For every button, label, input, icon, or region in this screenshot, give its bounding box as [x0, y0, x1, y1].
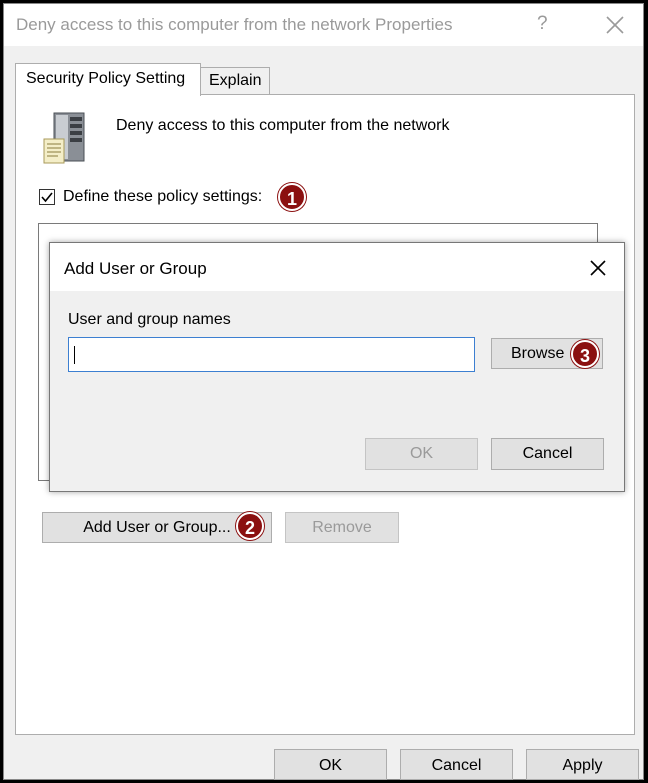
window-title: Deny access to this computer from the ne… — [16, 15, 453, 34]
policy-name: Deny access to this computer from the ne… — [116, 117, 450, 134]
dialog-close-icon[interactable] — [588, 258, 608, 278]
tab-security-policy-setting[interactable]: Security Policy Setting — [15, 63, 201, 96]
step-badge-3: 3 — [571, 340, 599, 368]
dialog-titlebar: Add User or Group — [50, 243, 624, 291]
text-caret — [74, 346, 75, 364]
step-badge-2: 2 — [236, 512, 264, 540]
server-icon — [43, 112, 85, 164]
tab-explain[interactable]: Explain — [200, 67, 270, 95]
checkmark-icon — [41, 192, 53, 203]
ok-button[interactable]: OK — [274, 749, 387, 780]
step-badge-1: 1 — [278, 183, 306, 211]
properties-window: Deny access to this computer from the ne… — [3, 3, 644, 780]
help-button[interactable]: ? — [537, 13, 548, 35]
define-policy-label: Define these policy settings: — [63, 188, 263, 205]
dialog-ok-button[interactable]: OK — [365, 438, 478, 470]
user-and-group-names-label: User and group names — [68, 311, 231, 328]
apply-button[interactable]: Apply — [526, 749, 639, 780]
tab-label: Explain — [209, 72, 262, 89]
define-policy-checkbox[interactable] — [39, 189, 55, 205]
window-titlebar: Deny access to this computer from the ne… — [4, 4, 643, 46]
add-user-or-group-dialog: Add User or Group User and group names B… — [49, 242, 625, 492]
tab-label: Security Policy Setting — [26, 70, 186, 87]
dialog-cancel-button[interactable]: Cancel — [491, 438, 604, 470]
remove-button[interactable]: Remove — [285, 512, 399, 543]
close-icon[interactable] — [602, 12, 628, 38]
cancel-button[interactable]: Cancel — [400, 749, 513, 780]
dialog-title: Add User or Group — [64, 259, 207, 278]
user-and-group-names-input[interactable] — [68, 337, 475, 372]
